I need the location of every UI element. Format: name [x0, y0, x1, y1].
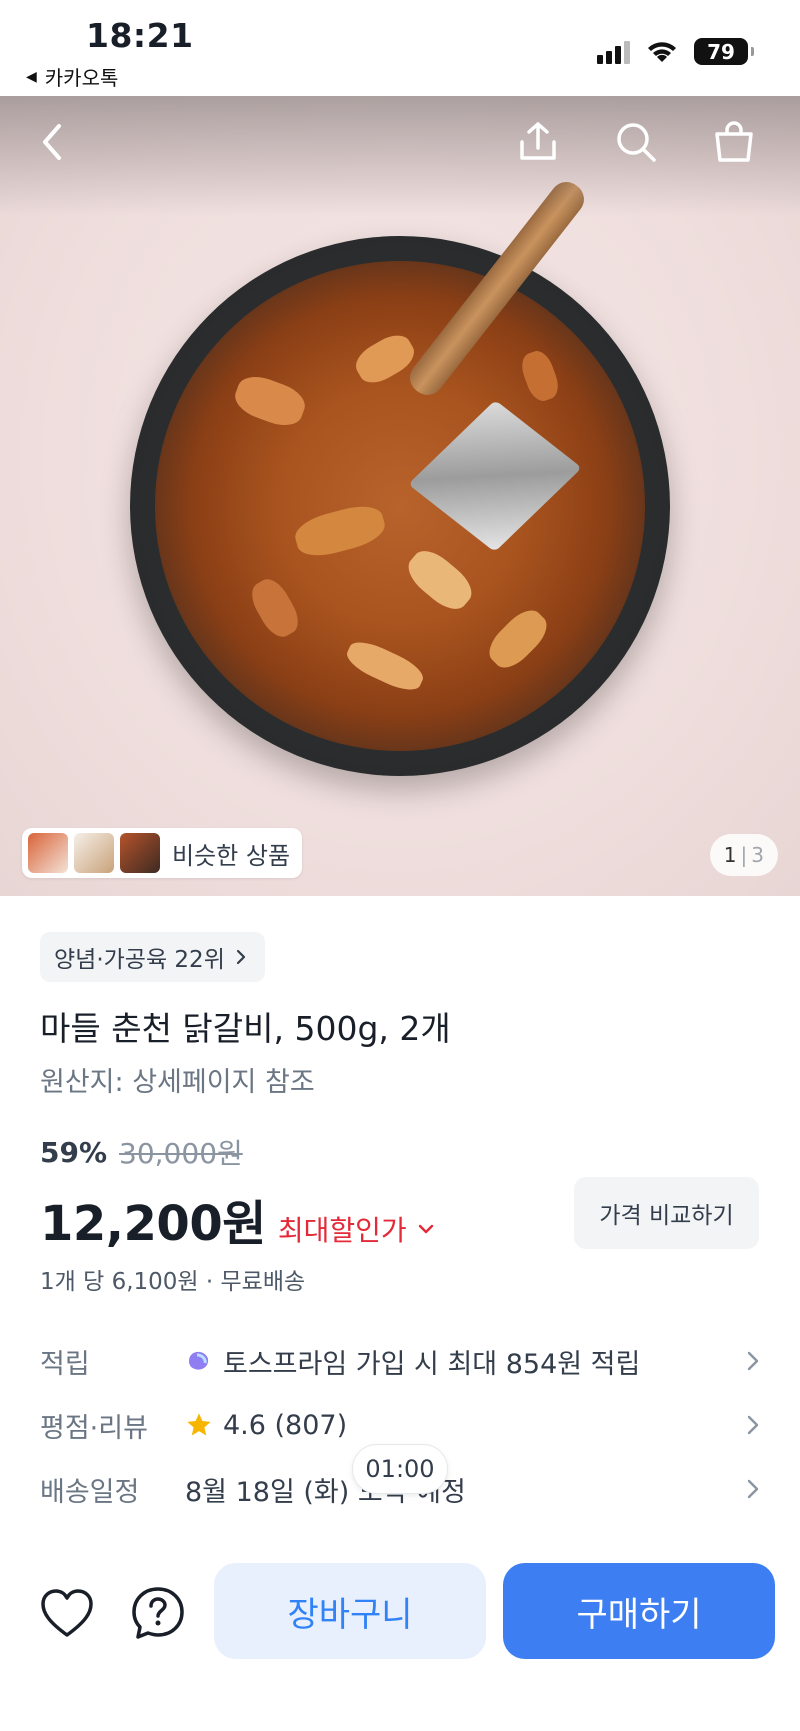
discount-rate: 59%	[40, 1135, 108, 1169]
status-icons: 79	[597, 38, 754, 65]
similar-thumb-3	[120, 833, 160, 873]
help-button[interactable]	[130, 1585, 186, 1641]
pager-separator: |	[740, 843, 748, 867]
wishlist-button[interactable]	[39, 1585, 95, 1641]
best-price-label: 최대할인가	[277, 1214, 407, 1247]
add-to-cart-button[interactable]: 장바구니	[214, 1563, 486, 1659]
chevron-right-icon	[236, 949, 245, 965]
sale-price: 12,200원	[40, 1196, 266, 1252]
food-image	[155, 261, 645, 751]
shopping-bag-button[interactable]	[708, 116, 760, 168]
battery-level: 79	[707, 39, 735, 64]
cellular-signal-icon	[597, 40, 630, 64]
search-button[interactable]	[610, 116, 662, 168]
points-row[interactable]: 적립 토스프라임 가입 시 최대 854원 적립	[40, 1336, 760, 1386]
points-label: 적립	[40, 1348, 90, 1380]
rating-row[interactable]: 평점·리뷰 4.6 (807)	[40, 1400, 760, 1450]
back-app-label: 카카오톡	[44, 66, 119, 90]
shopping-bag-icon	[715, 121, 753, 162]
similar-products-button[interactable]: 비슷한 상품	[22, 828, 303, 878]
chevron-left-icon	[43, 124, 61, 160]
share-button[interactable]	[512, 116, 564, 168]
heart-icon	[41, 1589, 93, 1637]
similar-thumb-1	[28, 833, 68, 873]
question-bubble-icon	[132, 1587, 184, 1639]
category-rank-label: 양념·가공육 22위	[54, 947, 225, 973]
chevron-right-icon	[747, 1415, 759, 1435]
image-pager: 1 | 3	[709, 834, 778, 876]
pager-current: 1	[723, 843, 737, 867]
chevron-down-icon	[418, 1224, 433, 1234]
star-icon	[187, 1413, 211, 1436]
price-compare-button[interactable]: 가격 비교하기	[574, 1177, 759, 1249]
back-to-app-link[interactable]: ◀ 카카오톡	[26, 62, 118, 91]
similar-thumb-2	[74, 833, 114, 873]
similar-products-label: 비슷한 상품	[172, 841, 291, 870]
best-price-dropdown[interactable]: 최대할인가	[278, 1209, 435, 1249]
delivery-label: 배송일정	[40, 1476, 140, 1508]
share-icon	[520, 122, 556, 160]
unit-price-shipping: 1개 당 6,100원 · 무료배송	[40, 1269, 306, 1295]
chevron-right-icon	[747, 1479, 759, 1499]
discount-row: 59% 30,000원	[40, 1132, 243, 1172]
category-rank-chip[interactable]: 양념·가공육 22위	[40, 932, 265, 982]
search-icon	[617, 123, 656, 162]
back-button[interactable]	[26, 116, 78, 168]
pager-total: 3	[751, 843, 764, 867]
points-value: 토스프라임 가입 시 최대 854원 적립	[223, 1348, 641, 1380]
original-price: 30,000원	[119, 1137, 243, 1170]
back-triangle-icon: ◀	[26, 68, 37, 85]
origin-info: 원산지: 상세페이지 참조	[40, 1067, 315, 1098]
status-time: 18:21	[86, 16, 194, 55]
price-row: 12,200원 최대할인가	[40, 1184, 435, 1254]
status-bar: 18:21 ◀ 카카오톡 79	[0, 0, 800, 96]
rating-label: 평점·리뷰	[40, 1412, 148, 1444]
wifi-icon	[648, 41, 676, 62]
product-title: 마들 춘천 닭갈비, 500g, 2개	[40, 1009, 451, 1048]
timer-badge: 01:00	[352, 1444, 448, 1494]
toss-prime-icon	[189, 1351, 209, 1370]
hero-nav-bar	[0, 96, 800, 186]
chevron-right-icon	[747, 1351, 759, 1371]
product-hero-image[interactable]	[0, 96, 800, 896]
battery-icon: 79	[694, 38, 754, 65]
buy-now-button[interactable]: 구매하기	[503, 1563, 775, 1659]
rating-value: 4.6 (807)	[223, 1409, 348, 1441]
